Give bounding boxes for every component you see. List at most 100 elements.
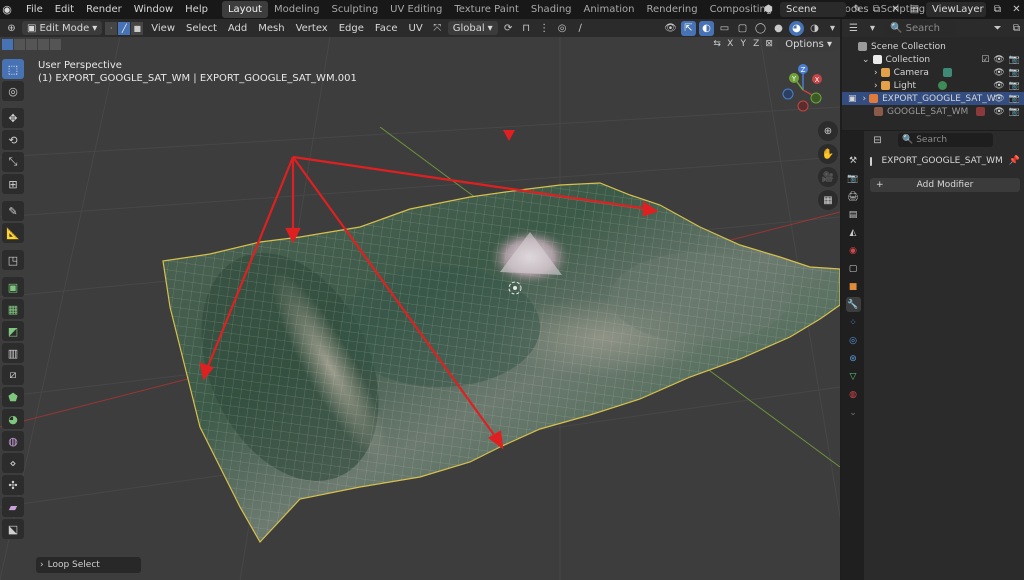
data-tab-icon[interactable]: ▽ [846,369,861,384]
outliner-row-google-sat[interactable]: GOOGLE_SAT_WM 👁 📷 [842,105,1024,118]
menu-select[interactable]: Select [182,23,221,34]
tab-rendering[interactable]: Rendering [640,1,703,18]
world-tab-icon[interactable]: ◉ [846,243,861,258]
outliner-row-export-mesh[interactable]: ▣ › EXPORT_GOOGLE_SAT_W 👁 📷 [842,92,1024,105]
close-layer-icon[interactable]: ✕ [1009,2,1024,17]
edge-slide-tool-icon[interactable]: ⋄ [2,453,24,473]
add-modifier-button[interactable]: + Add Modifier [870,178,1020,192]
xray-icon[interactable]: ▢ [735,21,750,36]
eye-icon[interactable]: 👁 [993,81,1004,91]
proportional-edit-icon[interactable]: ◎ [555,21,570,36]
menu-edit[interactable]: Edit [49,0,80,19]
select-extend-icon[interactable] [14,39,25,50]
menu-file[interactable]: File [20,0,49,19]
select-invert-icon[interactable] [38,39,49,50]
tab-layout[interactable]: Layout [221,1,268,18]
transform-tool-icon[interactable]: ⊞ [2,174,24,194]
blender-logo-icon[interactable]: ◉ [0,3,14,17]
view-layer-icon[interactable]: ▤ [907,2,922,17]
wireframe-shading-icon[interactable]: ◯ [753,21,768,36]
zoom-icon[interactable]: ⊕ [818,121,838,141]
display-mode-icon[interactable]: ▾ [865,21,880,36]
particles-tab-icon[interactable]: ⁘ [846,315,861,330]
menu-uv[interactable]: UV [405,23,427,34]
properties-search-input[interactable]: 🔍 Search [898,133,993,147]
menu-help[interactable]: Help [179,0,214,19]
editor-type-icon[interactable]: ⊕ [4,21,19,36]
outliner-row-camera[interactable]: › Camera 👁 📷 [842,66,1024,79]
tab-shading[interactable]: Shading [525,1,578,18]
tab-sculpting[interactable]: Sculpting [325,1,384,18]
scale-tool-icon[interactable]: ⤡ [2,152,24,172]
spin-tool-icon[interactable]: ◕ [2,409,24,429]
menu-edge[interactable]: Edge [335,23,368,34]
axis-x-toggle[interactable]: X [725,38,735,51]
select-box-tool-icon[interactable]: ⬚ [2,59,24,79]
snap-icon[interactable]: ⊓ [519,21,534,36]
menu-mesh[interactable]: Mesh [254,23,288,34]
bevel-tool-icon[interactable]: ◩ [2,321,24,341]
select-new-icon[interactable] [2,39,13,50]
outliner-search-input[interactable]: 🔍 Search [884,20,956,36]
pivot-icon[interactable]: ⟳ [501,21,516,36]
modifier-tab-icon[interactable]: 🔧 [845,297,861,312]
cursor-tool-icon[interactable]: ◎ [2,81,24,101]
vertex-select-icon[interactable]: · [105,21,118,35]
select-intersect-icon[interactable] [50,39,61,50]
physics-tab-icon[interactable]: ◎ [846,333,861,348]
rip-tool-icon[interactable]: ⬕ [2,519,24,539]
move-tool-icon[interactable]: ✥ [2,108,24,128]
menu-vertex[interactable]: Vertex [292,23,332,34]
render-camera-icon[interactable]: 📷 [1009,68,1020,78]
menu-render[interactable]: Render [80,0,128,19]
render-camera-icon[interactable]: 📷 [1009,81,1020,91]
view-layer-field[interactable]: ViewLayer [926,2,986,17]
outliner-row-collection[interactable]: ⌄ Collection ☑ 👁 📷 [842,53,1024,66]
add-cube-tool-icon[interactable]: ◳ [2,250,24,270]
tool-tab-icon[interactable]: ⚒ [846,153,861,168]
perspective-grid-icon[interactable]: ▦ [818,190,838,210]
gizmo-toggle-icon[interactable]: ⇱ [681,20,696,36]
snap-target-icon[interactable]: ⋮ [537,21,552,36]
shading-options-icon[interactable]: ▾ [825,21,840,36]
eye-icon[interactable]: 👁 [993,107,1004,117]
scene-tab-icon[interactable]: ◭ [846,225,861,240]
tab-texture-paint[interactable]: Texture Paint [448,1,525,18]
loop-cut-tool-icon[interactable]: ▥ [2,343,24,363]
annotate-tool-icon[interactable]: ✎ [2,201,24,221]
texture-tab-icon[interactable]: ⌄ [846,405,861,420]
menu-add[interactable]: Add [224,23,251,34]
selection-mode-buttons[interactable] [2,39,61,50]
rotate-tool-icon[interactable]: ⟲ [2,130,24,150]
eye-icon[interactable]: 👁 [993,55,1004,65]
3d-viewport[interactable]: Z Y X ⇆ X Y Z ⊠ Options ▾ User Perspecti… [0,37,840,580]
outliner-row-scene-collection[interactable]: Scene Collection [842,40,1024,53]
solid-shading-icon[interactable]: ● [771,21,786,36]
smooth-tool-icon[interactable]: ◍ [2,431,24,451]
tab-animation[interactable]: Animation [578,1,641,18]
camera-view-icon[interactable]: 🎥 [818,167,838,187]
knife-tool-icon[interactable]: ⧄ [2,365,24,385]
properties-editor-icon[interactable]: ⊟ [870,133,885,148]
menu-face[interactable]: Face [371,23,402,34]
transform-orientation-icon[interactable]: ⤧ [430,21,445,36]
last-operator-panel[interactable]: › Loop Select [36,557,141,573]
inset-tool-icon[interactable]: ▦ [2,299,24,319]
shear-tool-icon[interactable]: ▰ [2,497,24,517]
axis-z-toggle[interactable]: Z [751,38,761,51]
scene-field[interactable]: Scene [780,2,846,17]
view-layer-tab-icon[interactable]: ▤ [846,207,861,222]
shrink-fatten-tool-icon[interactable]: ✣ [2,475,24,495]
poly-build-tool-icon[interactable]: ⬟ [2,387,24,407]
constraints-tab-icon[interactable]: ⊛ [846,351,861,366]
axis-lock-icon[interactable]: ⊠ [764,38,774,51]
collection-tab-icon[interactable]: ▢ [846,261,861,276]
extrude-tool-icon[interactable]: ▣ [2,277,24,297]
eye-icon[interactable]: 👁 [993,94,1004,104]
close-scene-icon[interactable]: ✕ [888,2,903,17]
overlay-toggle-icon[interactable]: ◐ [699,20,714,36]
checkbox-icon[interactable]: ☑ [981,55,989,65]
new-collection-icon[interactable]: ⧉ [1009,21,1024,36]
pin-icon[interactable]: 📌 [1009,156,1020,166]
rendered-shading-icon[interactable]: ◑ [807,21,822,36]
